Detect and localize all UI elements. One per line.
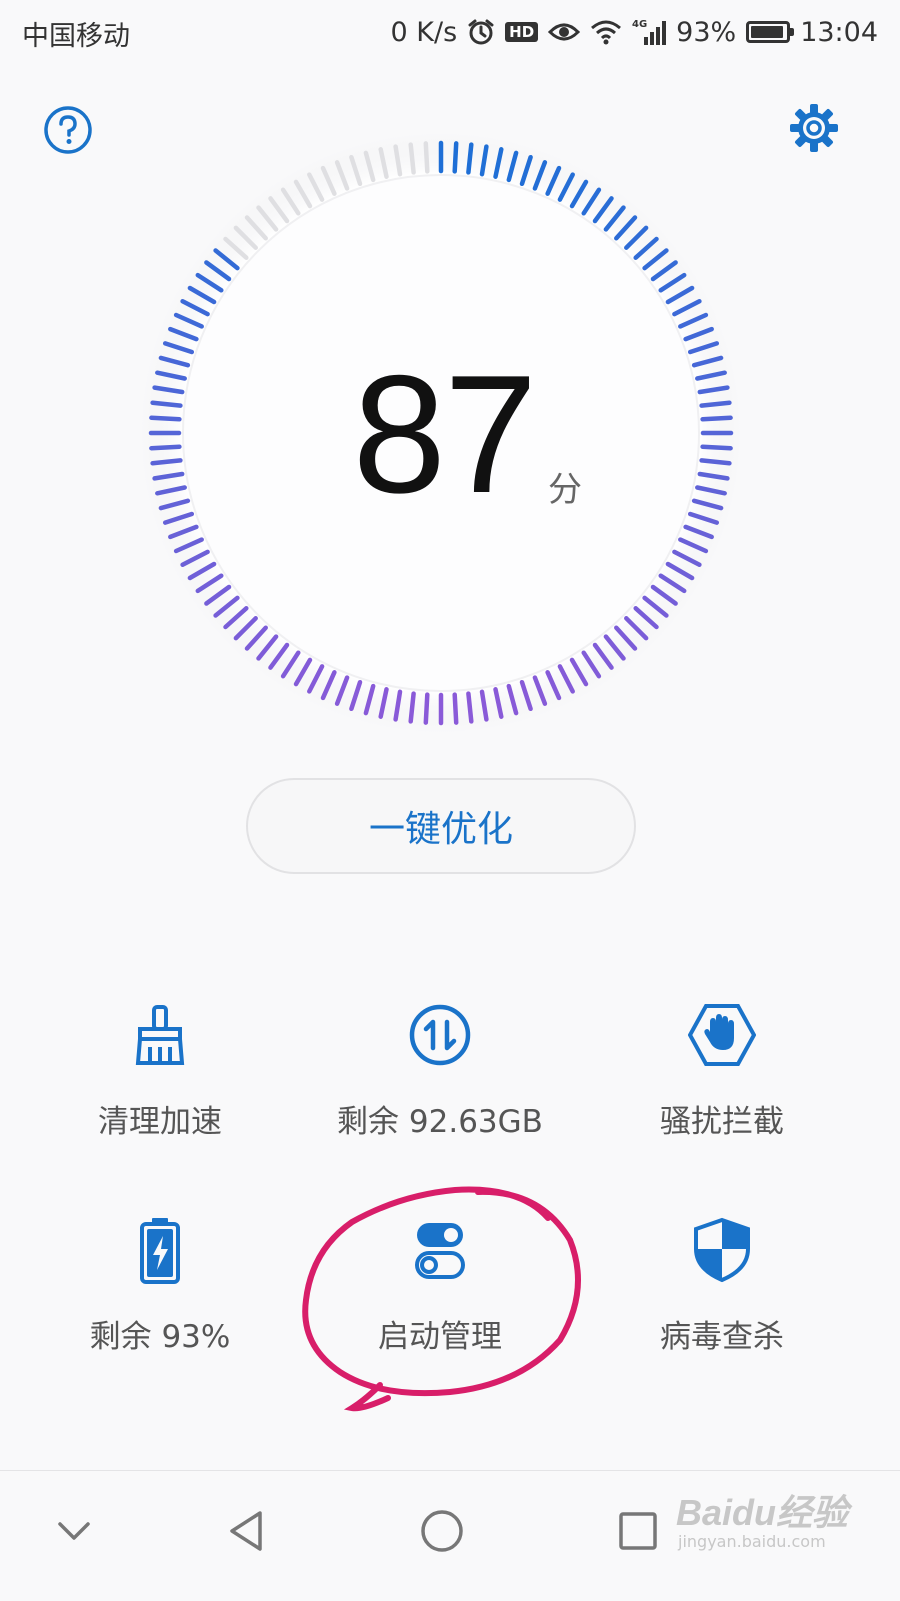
gauge-tick-filled (452, 141, 459, 174)
tool-storage[interactable]: 剩余 92.63GB (310, 1000, 570, 1141)
gauge-tick-filled (408, 691, 416, 724)
tool-startup-manager[interactable]: 启动管理 (310, 1215, 570, 1356)
gauge-tick-filled (149, 415, 182, 422)
toggle-switches-icon (415, 1223, 465, 1279)
score-value: 87 (352, 340, 538, 528)
tool-battery[interactable]: 剩余 93% (30, 1215, 290, 1356)
score-unit: 分 (548, 470, 582, 510)
gauge-tick-filled (699, 458, 732, 466)
home-button[interactable] (402, 1491, 482, 1571)
storage-arrows-icon (409, 1004, 471, 1066)
watermark-url: jingyan.baidu.com (678, 1532, 826, 1551)
tool-virus-scan[interactable]: 病毒查杀 (592, 1215, 852, 1356)
tool-harassment-block[interactable]: 骚扰拦截 (592, 1000, 852, 1141)
one-click-optimize-button[interactable]: 一键优化 (246, 778, 636, 874)
gauge-tick-filled (699, 400, 732, 408)
tool-label: 病毒查杀 (660, 1319, 784, 1355)
recents-button[interactable] (598, 1491, 678, 1571)
gauge-tick-filled (700, 415, 733, 422)
tool-cleanup[interactable]: 清理加速 (30, 1000, 290, 1141)
tool-label: 启动管理 (378, 1319, 502, 1355)
gauge-tick-filled (150, 458, 183, 466)
battery-charging-icon (140, 1218, 180, 1284)
gauge-tick-empty (408, 142, 416, 175)
gauge-tick-filled (452, 692, 459, 725)
tool-label: 剩余 93% (89, 1319, 231, 1355)
hand-stop-icon (688, 1004, 756, 1066)
gauge-tick-filled (466, 691, 474, 724)
tool-label: 清理加速 (98, 1104, 222, 1140)
broom-icon (135, 1005, 185, 1065)
baidu-watermark: Baidu经验 jingyan.baidu.com (676, 1478, 876, 1558)
gauge-tick-filled (423, 692, 430, 725)
tool-label: 骚扰拦截 (660, 1104, 784, 1140)
circle-home-icon (421, 1510, 463, 1552)
chevron-down-icon (58, 1522, 90, 1540)
square-recents-icon (619, 1512, 657, 1550)
gauge-tick-filled (149, 444, 182, 451)
collapse-button[interactable] (34, 1491, 114, 1571)
gauge-tick-filled (700, 444, 733, 451)
gauge-tick-filled (150, 400, 183, 408)
back-button[interactable] (206, 1491, 286, 1571)
triangle-back-icon (230, 1511, 262, 1551)
gauge-tick-empty (423, 141, 430, 174)
shield-icon (694, 1217, 750, 1283)
watermark-logo: Baidu经验 (676, 1492, 849, 1533)
tool-label: 剩余 92.63GB (337, 1104, 543, 1140)
gauge-tick-filled (466, 142, 474, 175)
